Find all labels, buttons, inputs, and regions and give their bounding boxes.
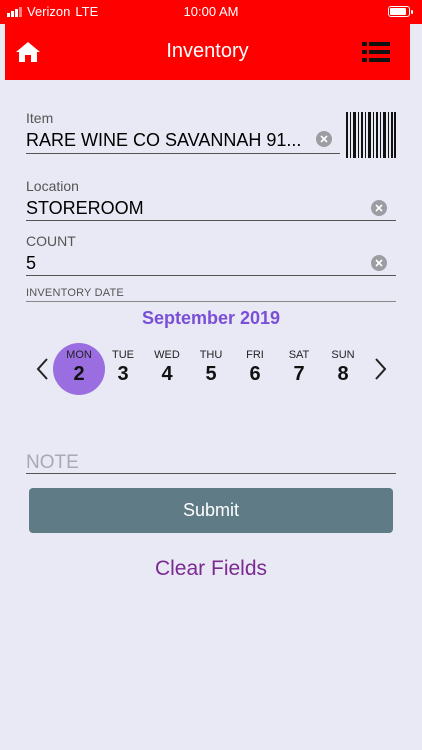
count-label: COUNT — [26, 233, 76, 249]
submit-button[interactable]: Submit — [29, 488, 393, 533]
chevron-right-icon[interactable] — [371, 356, 389, 382]
note-field[interactable]: NOTE — [26, 452, 79, 474]
nav-bar: Inventory — [5, 24, 410, 80]
count-underline — [26, 275, 396, 276]
count-field[interactable]: 5 — [26, 253, 36, 274]
day-number: 8 — [337, 363, 349, 385]
item-field[interactable]: RARE WINE CO SAVANNAH 91... — [26, 130, 326, 151]
calendar-month: September 2019 — [141, 308, 281, 328]
chevron-left-icon[interactable] — [34, 356, 52, 382]
location-underline — [26, 220, 396, 221]
inventory-date-underline — [26, 301, 396, 302]
item-label: Item — [26, 110, 54, 126]
day-name: SUN — [331, 349, 355, 361]
location-field[interactable]: STOREROOM — [26, 198, 144, 219]
location-label: Location — [26, 178, 79, 194]
page-title: Inventory — [166, 40, 249, 62]
calendar-day[interactable]: SUN 8 — [317, 346, 369, 396]
clear-count-icon[interactable] — [371, 255, 387, 271]
note-underline — [26, 473, 396, 474]
clear-fields-button[interactable]: Clear Fields — [0, 557, 422, 581]
item-underline — [26, 153, 340, 154]
clear-location-icon[interactable] — [371, 200, 387, 216]
status-bar: Verizon LTE 10:00 AM — [0, 0, 422, 24]
battery-icon — [388, 6, 413, 17]
menu-button[interactable] — [362, 40, 390, 64]
barcode-scan-icon[interactable] — [346, 112, 396, 158]
clear-item-icon[interactable] — [316, 131, 332, 147]
list-icon — [362, 42, 390, 62]
inventory-date-label: INVENTORY DATE — [26, 287, 124, 299]
status-time: 10:00 AM — [183, 4, 239, 19]
